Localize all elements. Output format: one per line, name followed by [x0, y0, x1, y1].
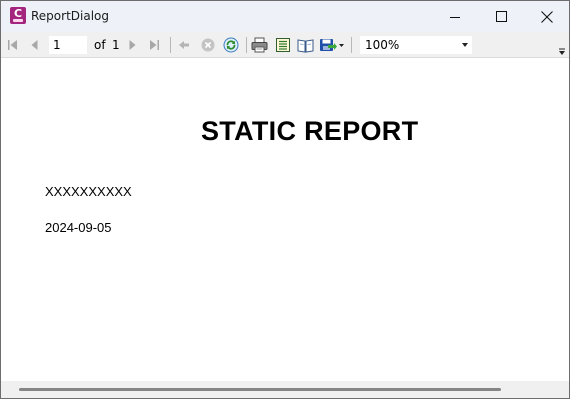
previous-page-icon	[31, 40, 38, 50]
app-icon: C	[10, 7, 26, 24]
toolbar-separator	[246, 37, 247, 53]
print-icon	[251, 37, 267, 53]
zoom-value: 100%	[365, 38, 400, 52]
stop-icon	[201, 38, 215, 52]
close-icon	[541, 10, 553, 23]
horizontal-scrollbar[interactable]	[1, 381, 569, 398]
zoom-dropdown[interactable]: 100%	[360, 36, 472, 54]
chevron-down-icon	[462, 43, 468, 47]
refresh-icon	[223, 37, 239, 53]
report-dialog-window: C ReportDialog 1 of 1 100% STATIC REPORT…	[0, 0, 570, 399]
minimize-icon	[450, 16, 460, 18]
title-bar[interactable]: C ReportDialog	[1, 1, 569, 32]
print-layout-button[interactable]	[274, 36, 292, 54]
report-field-text: XXXXXXXXXX	[45, 184, 132, 199]
back-button[interactable]	[175, 36, 193, 54]
stop-button[interactable]	[199, 36, 217, 54]
page-setup-icon	[297, 38, 313, 53]
toolbar-separator	[170, 37, 171, 53]
report-viewer[interactable]: STATIC REPORT XXXXXXXXXX 2024-09-05	[1, 59, 569, 381]
print-layout-icon	[276, 38, 290, 52]
toolbar-overflow-button[interactable]	[557, 44, 567, 56]
scrollbar-thumb[interactable]	[19, 388, 501, 391]
page-setup-button[interactable]	[296, 36, 314, 54]
current-page-input[interactable]	[49, 36, 87, 54]
toolbar-separator	[351, 37, 352, 53]
back-icon	[179, 41, 189, 49]
first-page-button[interactable]	[4, 36, 22, 54]
of-label: of	[94, 38, 106, 52]
window-title: ReportDialog	[31, 9, 109, 23]
previous-page-button[interactable]	[26, 36, 44, 54]
last-page-button[interactable]	[145, 36, 163, 54]
minimize-button[interactable]	[432, 1, 478, 32]
maximize-icon	[495, 11, 507, 22]
maximize-button[interactable]	[478, 1, 524, 32]
export-icon	[320, 39, 344, 51]
refresh-button[interactable]	[222, 36, 240, 54]
report-field-date: 2024-09-05	[45, 220, 112, 235]
close-button[interactable]	[524, 1, 569, 32]
export-button[interactable]	[319, 36, 345, 54]
report-title: STATIC REPORT	[201, 116, 419, 146]
report-toolbar: of 1	[1, 32, 569, 58]
first-page-icon	[8, 40, 17, 50]
next-page-button[interactable]	[123, 36, 141, 54]
total-pages: 1	[112, 38, 120, 52]
last-page-icon	[150, 40, 159, 50]
next-page-icon	[129, 40, 136, 50]
overflow-chevron-icon	[559, 48, 565, 55]
print-button[interactable]	[250, 36, 268, 54]
